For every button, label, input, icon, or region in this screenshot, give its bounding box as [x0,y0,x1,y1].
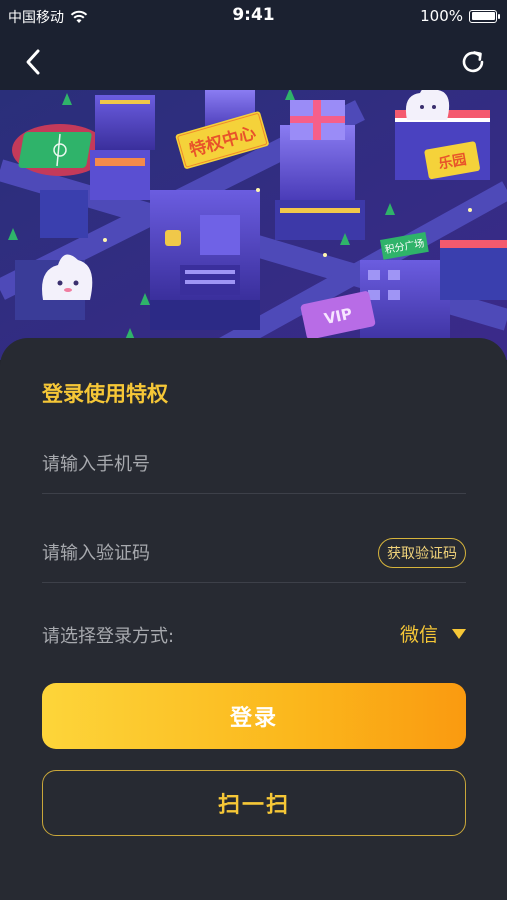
status-right: 100% [420,7,500,25]
verification-code-input[interactable] [42,523,342,583]
nav-bar [0,32,507,90]
login-title: 登录使用特权 [42,382,168,406]
get-code-button[interactable]: 获取验证码 [378,538,466,568]
phone-field-row [42,434,466,494]
chevron-left-icon[interactable] [18,46,50,78]
battery-percent: 100% [420,7,463,25]
city-banner-illustration: 特权中心 乐园 积分广场 VIP [0,90,507,360]
login-button[interactable]: 登录 [42,683,466,749]
city-illustration-image: 特权中心 乐园 积分广场 VIP [0,90,507,360]
login-card: 登录使用特权 获取验证码 请选择登录方式: 微信 登录 扫一扫 [0,338,507,900]
login-method-row: 请选择登录方式: 微信 [42,620,466,648]
caret-down-icon [452,628,466,639]
login-method-value: 微信 [399,624,438,646]
battery-icon [469,9,500,23]
login-method-label: 请选择登录方式: [42,626,175,647]
scan-button[interactable]: 扫一扫 [42,770,466,836]
login-method-select[interactable]: 微信 [400,620,466,647]
phone-input[interactable] [42,434,342,494]
code-field-row: 获取验证码 [42,523,466,583]
status-bar: 中国移动 9:41 100% [0,0,507,32]
refresh-icon[interactable] [457,46,489,78]
